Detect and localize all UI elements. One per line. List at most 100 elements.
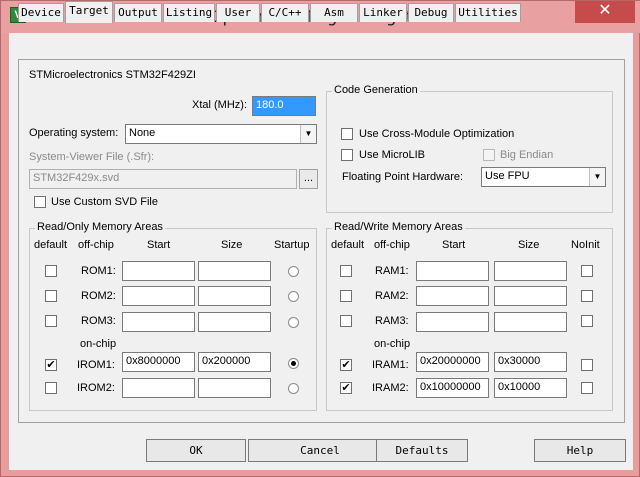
ro-memory-title: Read/Only Memory Areas bbox=[35, 221, 165, 233]
xtal-label: Xtal (MHz): bbox=[192, 99, 247, 111]
rom1-default-checkbox[interactable] bbox=[45, 265, 57, 277]
rom2-size-input[interactable] bbox=[198, 286, 271, 306]
xtal-input[interactable]: 180.0 bbox=[252, 96, 316, 116]
close-button[interactable]: ✕ bbox=[575, 1, 635, 23]
rom2-default-checkbox[interactable] bbox=[45, 290, 57, 302]
sysviewer-field[interactable]: STM32F429x.svd bbox=[29, 169, 297, 189]
ro-offchip-header: off-chip bbox=[78, 239, 114, 251]
ram3-noinit-checkbox[interactable] bbox=[581, 315, 593, 327]
chevron-down-icon[interactable]: ▼ bbox=[300, 125, 316, 143]
ro-startup-header: Startup bbox=[274, 239, 310, 251]
irom1-size-input[interactable]: 0x200000 bbox=[198, 352, 271, 372]
ram1-start-input[interactable] bbox=[416, 261, 489, 281]
tab-listing[interactable]: Listing bbox=[163, 3, 215, 22]
irom2-startup-radio[interactable] bbox=[288, 383, 299, 394]
iram1-size-input[interactable]: 0x30000 bbox=[494, 352, 567, 372]
fpu-select-value: Use FPU bbox=[485, 170, 530, 182]
sysviewer-label: System-Viewer File (.Sfr): bbox=[29, 151, 155, 163]
tab-linker[interactable]: Linker bbox=[359, 3, 407, 22]
custom-svd-label: Use Custom SVD File bbox=[51, 196, 158, 208]
os-select-value: None bbox=[129, 127, 156, 139]
irom2-label: IROM2: bbox=[77, 382, 115, 394]
big-endian-checkbox bbox=[483, 149, 495, 161]
ro-onchip-label: on-chip bbox=[80, 338, 117, 350]
help-button[interactable]: Help bbox=[534, 439, 626, 462]
options-dialog: V Options for Target 'Target 1' ✕ Device… bbox=[0, 0, 640, 477]
tab-debug[interactable]: Debug bbox=[408, 3, 454, 22]
ok-button[interactable]: OK bbox=[146, 439, 246, 462]
ram3-start-input[interactable] bbox=[416, 312, 489, 332]
os-label: Operating system: bbox=[29, 127, 119, 139]
rw-offchip-header: off-chip bbox=[374, 239, 410, 251]
tab-asm[interactable]: Asm bbox=[310, 3, 358, 22]
rom3-startup-radio[interactable] bbox=[288, 317, 299, 328]
rom3-label: ROM3: bbox=[81, 315, 116, 327]
big-endian-label: Big Endian bbox=[500, 149, 554, 161]
irom1-startup-radio[interactable] bbox=[288, 358, 299, 369]
custom-svd-checkbox[interactable] bbox=[34, 196, 46, 208]
ram1-label: RAM1: bbox=[375, 265, 409, 277]
ram3-size-input[interactable] bbox=[494, 312, 567, 332]
rw-noinit-header: NoInit bbox=[571, 239, 600, 251]
tab-utilities[interactable]: Utilities bbox=[455, 3, 521, 22]
ro-size-header: Size bbox=[221, 239, 243, 251]
cross-module-checkbox[interactable] bbox=[341, 128, 353, 140]
microlib-label: Use MicroLIB bbox=[359, 149, 426, 161]
rom1-size-input[interactable] bbox=[198, 261, 271, 281]
rom2-startup-radio[interactable] bbox=[288, 291, 299, 302]
iram1-start-input[interactable]: 0x20000000 bbox=[416, 352, 489, 372]
defaults-button[interactable]: Defaults bbox=[376, 439, 468, 462]
ram1-size-input[interactable] bbox=[494, 261, 567, 281]
ram3-default-checkbox[interactable] bbox=[340, 315, 352, 327]
irom2-start-input[interactable] bbox=[122, 378, 195, 398]
ram2-size-input[interactable] bbox=[494, 286, 567, 306]
iram2-label: IRAM2: bbox=[372, 382, 409, 394]
irom1-default-checkbox[interactable]: ✔ bbox=[45, 359, 57, 371]
iram1-default-checkbox[interactable]: ✔ bbox=[340, 359, 352, 371]
ram1-noinit-checkbox[interactable] bbox=[581, 265, 593, 277]
rom1-label: ROM1: bbox=[81, 265, 116, 277]
ram2-start-input[interactable] bbox=[416, 286, 489, 306]
rom3-start-input[interactable] bbox=[122, 312, 195, 332]
rw-memory-title: Read/Write Memory Areas bbox=[332, 221, 465, 233]
ro-start-header: Start bbox=[147, 239, 171, 251]
tab-user[interactable]: User bbox=[216, 3, 260, 22]
ram2-label: RAM2: bbox=[375, 290, 409, 302]
tab-output[interactable]: Output bbox=[114, 3, 162, 22]
cancel-button[interactable]: Cancel bbox=[248, 439, 392, 462]
iram2-start-input[interactable]: 0x10000000 bbox=[416, 378, 489, 398]
ram3-label: RAM3: bbox=[375, 315, 409, 327]
irom1-start-input[interactable]: 0x8000000 bbox=[122, 352, 195, 372]
tab-c-cpp[interactable]: C/C++ bbox=[261, 3, 309, 22]
rw-default-header: default bbox=[331, 239, 365, 251]
ram2-noinit-checkbox[interactable] bbox=[581, 290, 593, 302]
microlib-checkbox[interactable] bbox=[341, 149, 353, 161]
irom1-label: IROM1: bbox=[77, 359, 115, 371]
ram2-default-checkbox[interactable] bbox=[340, 290, 352, 302]
iram1-noinit-checkbox[interactable] bbox=[581, 359, 593, 371]
code-generation-title: Code Generation bbox=[332, 84, 420, 96]
irom2-size-input[interactable] bbox=[198, 378, 271, 398]
iram2-noinit-checkbox[interactable] bbox=[581, 382, 593, 394]
fpu-select[interactable]: Use FPU ▼ bbox=[481, 167, 606, 187]
ro-default-header: default bbox=[34, 239, 68, 251]
iram2-default-checkbox[interactable]: ✔ bbox=[340, 382, 352, 394]
device-name: STMicroelectronics STM32F429ZI bbox=[29, 69, 196, 81]
iram1-label: IRAM1: bbox=[372, 359, 409, 371]
chevron-down-icon[interactable]: ▼ bbox=[589, 168, 605, 186]
tab-device[interactable]: Device bbox=[18, 3, 64, 22]
sysviewer-browse-button[interactable]: ... bbox=[299, 169, 318, 189]
tab-target[interactable]: Target bbox=[65, 1, 113, 23]
cross-module-label: Use Cross-Module Optimization bbox=[359, 128, 515, 140]
rom3-default-checkbox[interactable] bbox=[45, 315, 57, 327]
os-select[interactable]: None ▼ bbox=[125, 124, 317, 144]
iram2-size-input[interactable]: 0x10000 bbox=[494, 378, 567, 398]
ram1-default-checkbox[interactable] bbox=[340, 265, 352, 277]
rom1-startup-radio[interactable] bbox=[288, 266, 299, 277]
rom3-size-input[interactable] bbox=[198, 312, 271, 332]
rom2-start-input[interactable] bbox=[122, 286, 195, 306]
rom1-start-input[interactable] bbox=[122, 261, 195, 281]
rw-onchip-label: on-chip bbox=[374, 338, 411, 350]
fpu-label: Floating Point Hardware: bbox=[342, 171, 464, 183]
irom2-default-checkbox[interactable] bbox=[45, 382, 57, 394]
